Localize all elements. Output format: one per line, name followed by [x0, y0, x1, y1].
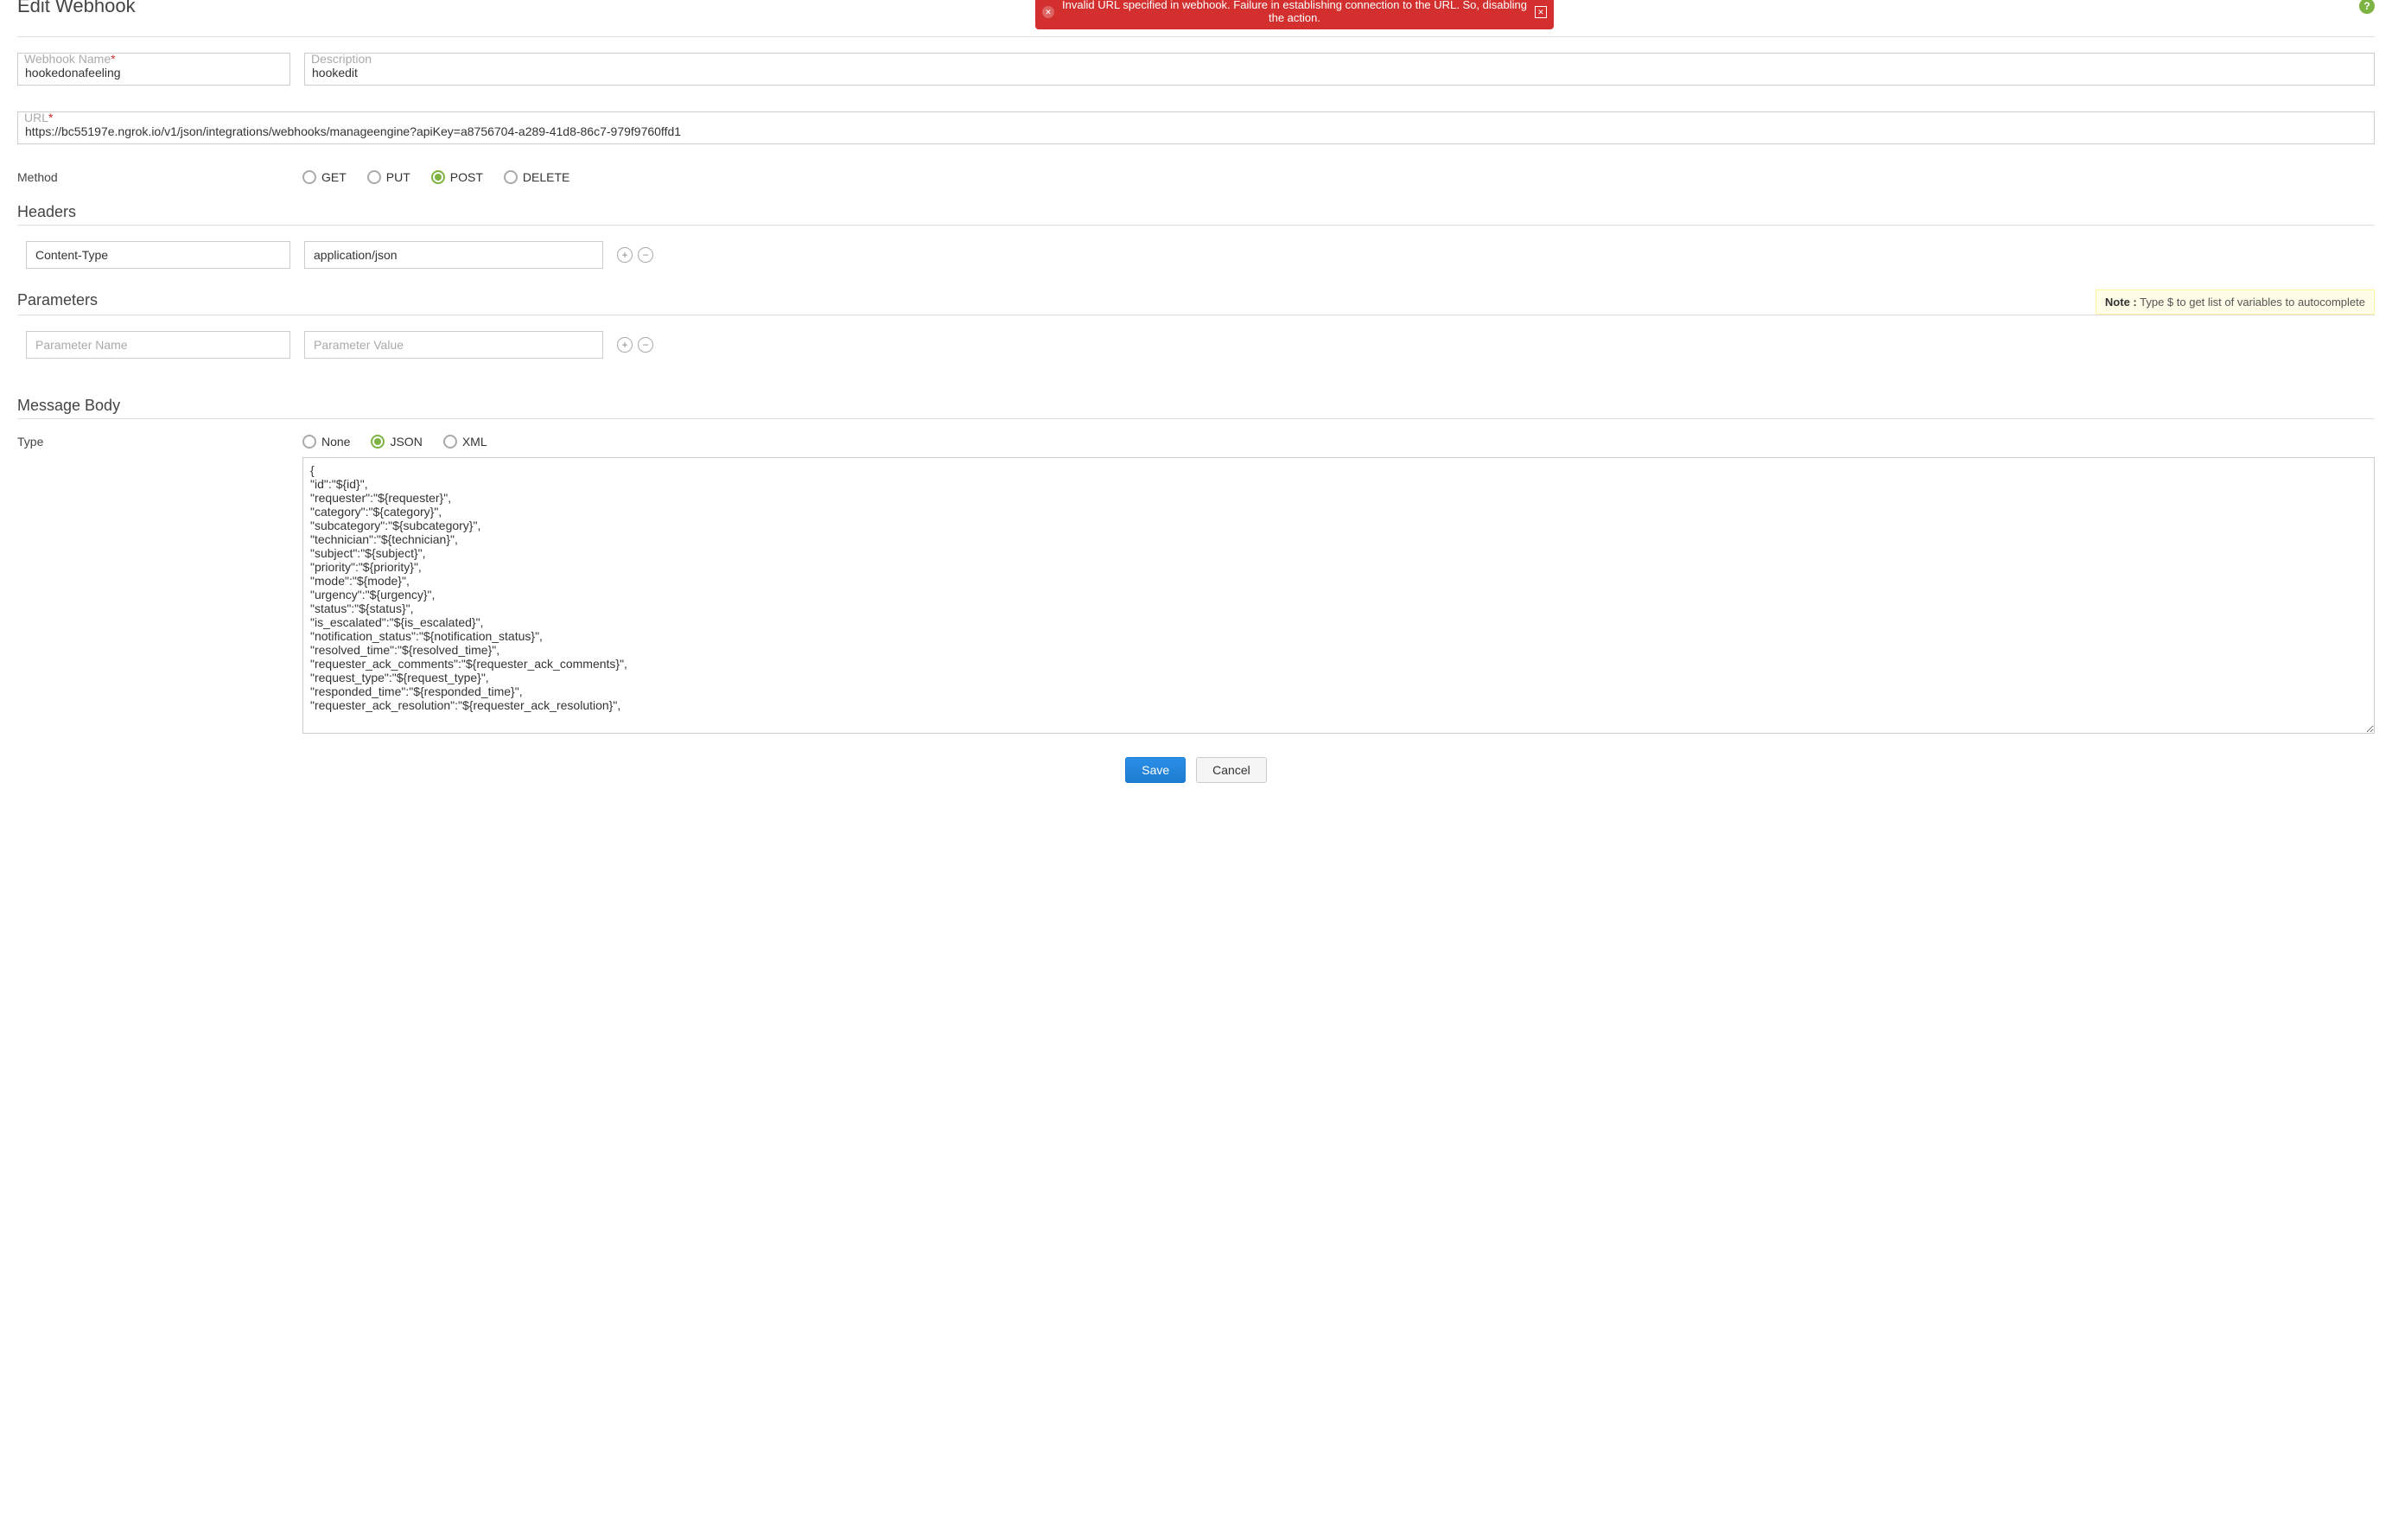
body-type-radio-none[interactable]: None	[302, 435, 350, 449]
radio-icon	[367, 170, 381, 184]
radio-icon	[431, 170, 445, 184]
radio-icon	[371, 435, 385, 449]
parameter-name-input[interactable]	[26, 331, 290, 359]
help-icon[interactable]: ?	[2359, 0, 2375, 14]
header-value-input[interactable]	[304, 241, 603, 269]
message-body-section-title: Message Body	[17, 397, 2375, 415]
error-banner: ✕ Invalid URL specified in webhook. Fail…	[1035, 0, 1554, 29]
method-radio-group: GET PUT POST DELETE	[302, 170, 569, 184]
remove-header-button[interactable]: −	[638, 247, 653, 263]
radio-icon	[504, 170, 518, 184]
radio-icon	[302, 435, 316, 449]
radio-label: PUT	[386, 170, 410, 184]
method-radio-put[interactable]: PUT	[367, 170, 410, 184]
url-input[interactable]	[17, 111, 2375, 144]
radio-label: JSON	[390, 435, 422, 449]
body-type-radio-xml[interactable]: XML	[443, 435, 487, 449]
parameters-section-title: Parameters	[17, 291, 98, 309]
page-title: Edit Webhook	[17, 0, 230, 17]
error-icon: ✕	[1042, 6, 1054, 18]
radio-icon	[443, 435, 457, 449]
body-type-radio-group: None JSON XML	[302, 435, 487, 449]
cancel-button[interactable]: Cancel	[1196, 757, 1267, 783]
headers-section-title: Headers	[17, 203, 2375, 221]
radio-label: DELETE	[523, 170, 569, 184]
radio-label: XML	[462, 435, 487, 449]
method-radio-delete[interactable]: DELETE	[504, 170, 569, 184]
error-banner-text: Invalid URL specified in webhook. Failur…	[1062, 0, 1527, 24]
radio-label: None	[321, 435, 350, 449]
radio-label: POST	[450, 170, 483, 184]
method-radio-post[interactable]: POST	[431, 170, 483, 184]
parameter-value-input[interactable]	[304, 331, 603, 359]
header-row: +−	[26, 241, 2375, 269]
radio-icon	[302, 170, 316, 184]
method-label: Method	[17, 170, 302, 184]
method-radio-get[interactable]: GET	[302, 170, 347, 184]
save-button[interactable]: Save	[1125, 757, 1186, 783]
remove-parameter-button[interactable]: −	[638, 337, 653, 353]
radio-label: GET	[321, 170, 347, 184]
body-type-label: Type	[17, 435, 302, 449]
webhook-name-input[interactable]	[17, 53, 290, 86]
body-type-radio-json[interactable]: JSON	[371, 435, 422, 449]
add-parameter-button[interactable]: +	[617, 337, 633, 353]
add-header-button[interactable]: +	[617, 247, 633, 263]
note-box: Note : Type $ to get list of variables t…	[2096, 290, 2375, 315]
message-body-textarea[interactable]	[302, 457, 2375, 734]
close-icon[interactable]: ✕	[1535, 6, 1547, 18]
header-name-input[interactable]	[26, 241, 290, 269]
parameter-row: +−	[26, 331, 2375, 359]
description-input[interactable]	[304, 53, 2375, 86]
